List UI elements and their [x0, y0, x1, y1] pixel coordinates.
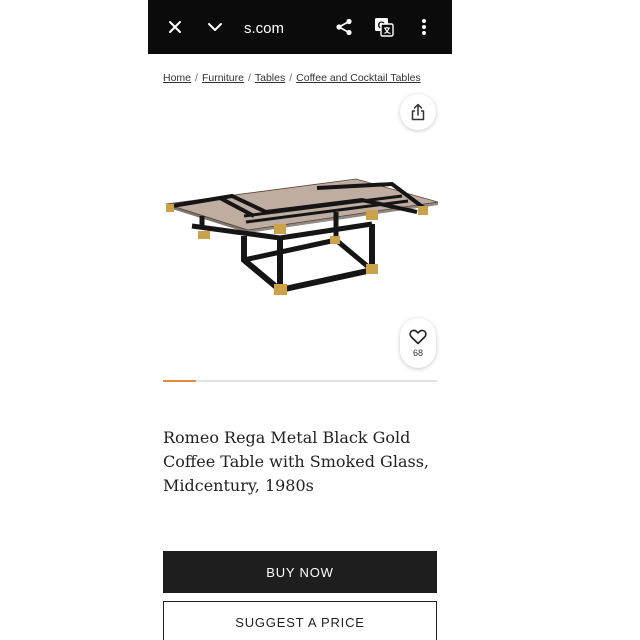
breadcrumb-separator: /	[289, 72, 293, 84]
breadcrumb-link-coffee-tables[interactable]: Coffee and Cocktail Tables	[296, 72, 421, 84]
breadcrumb-separator: /	[195, 72, 198, 84]
breadcrumb-separator: /	[247, 72, 251, 84]
product-image[interactable]	[162, 168, 438, 302]
breadcrumb-link-home[interactable]: Home	[163, 72, 191, 84]
breadcrumb-link-tables[interactable]: Tables	[255, 72, 285, 84]
product-title: Romeo Rega Metal Black Gold Coffee Table…	[163, 428, 429, 495]
translate-icon[interactable]: G	[372, 0, 396, 54]
image-progress-fill	[163, 380, 196, 382]
buy-now-button[interactable]: BUY NOW	[163, 551, 437, 593]
mobile-page: s.com G Home/Fur	[148, 0, 452, 640]
browser-toolbar: s.com G	[148, 0, 452, 54]
image-progress-bar	[163, 380, 437, 382]
upload-share-icon	[411, 103, 425, 121]
suggest-price-button[interactable]: SUGGEST A PRICE	[163, 601, 437, 640]
share-product-button[interactable]	[400, 94, 436, 130]
breadcrumb-link-furniture[interactable]: Furniture	[202, 72, 244, 84]
favorite-button[interactable]: 68	[400, 318, 436, 368]
heart-icon	[409, 329, 427, 344]
url-text[interactable]: s.com	[244, 0, 284, 54]
more-vert-icon[interactable]	[414, 0, 434, 54]
breadcrumb: Home / Furniture / Tables / Coffee and Cocktai…	[163, 72, 421, 84]
share-icon[interactable]	[332, 0, 356, 54]
close-icon[interactable]	[162, 0, 188, 54]
chevron-down-icon[interactable]	[202, 0, 228, 54]
favorite-count: 68	[412, 347, 423, 358]
